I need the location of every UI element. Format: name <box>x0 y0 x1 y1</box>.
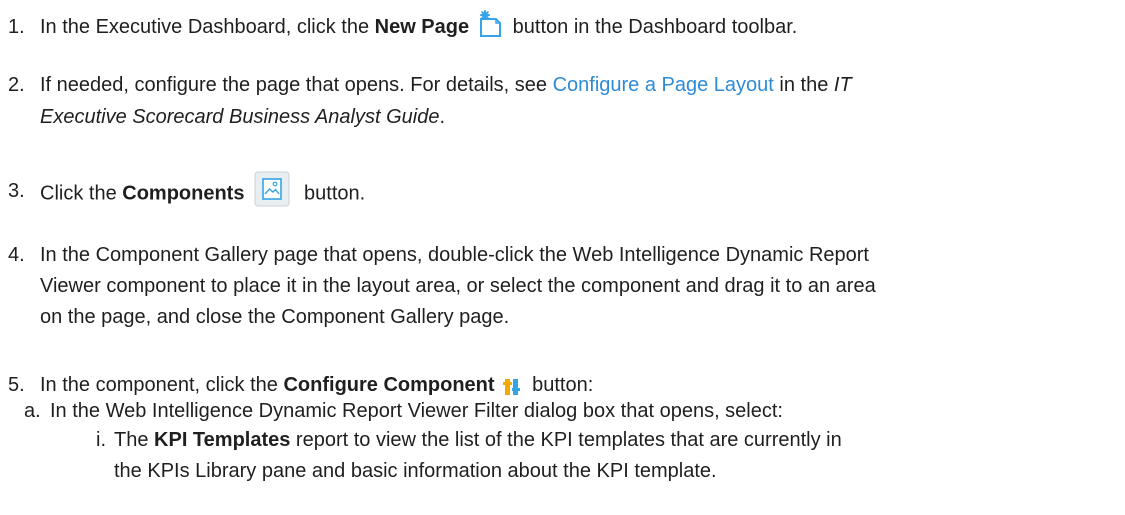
components-label: Components <box>122 182 245 205</box>
step-text-part: button. <box>298 182 366 205</box>
step-text-part: If needed, configure the page that opens… <box>40 74 553 96</box>
step-text-part: button: <box>526 374 594 396</box>
new-page-label: New Page <box>374 16 470 38</box>
step-text: In the Executive Dashboard, click the Ne… <box>40 9 798 43</box>
components-icon <box>254 171 290 207</box>
substep-marker: a. <box>24 400 41 422</box>
step-text-part: . <box>439 106 446 128</box>
kpi-templates-label: KPI Templates <box>154 429 291 451</box>
substep-text: The KPI Templates report to view the lis… <box>114 425 842 456</box>
step-text-part: In the Executive Dashboard, click the <box>40 16 375 38</box>
substep-marker: i. <box>96 429 106 451</box>
step-number: 3. <box>8 180 25 202</box>
step-number: 2. <box>8 74 25 96</box>
step-text: Click the Components button. <box>40 171 366 212</box>
new-page-icon <box>477 9 503 38</box>
step-text-part: Click the <box>40 182 123 205</box>
substep-text-part: report to view the list of the KPI templ… <box>290 429 842 451</box>
step-text-part: In the component, click the <box>40 374 284 396</box>
step-text: Viewer component to place it in the layo… <box>40 275 876 297</box>
step-text: In the Component Gallery page that opens… <box>40 244 869 266</box>
step-text-part: button in the Dashboard toolbar. <box>507 16 798 38</box>
substep-text: the KPIs Library pane and basic informat… <box>114 460 717 482</box>
configure-component-label: Configure Component <box>283 374 495 396</box>
step-text: Executive Scorecard Business Analyst Gui… <box>40 102 445 133</box>
substep-text-part: The <box>114 429 155 451</box>
guide-title-part: IT <box>833 74 852 96</box>
configure-component-icon <box>502 375 521 395</box>
step-text: If needed, configure the page that opens… <box>40 70 852 101</box>
step-number: 1. <box>8 16 25 38</box>
step-number: 5. <box>8 374 25 396</box>
substep-text: In the Web Intelligence Dynamic Report V… <box>50 400 783 422</box>
step-text: on the page, and close the Component Gal… <box>40 306 510 328</box>
configure-page-layout-link[interactable]: Configure a Page Layout <box>553 74 774 96</box>
step-number: 4. <box>8 244 25 266</box>
guide-title: Executive Scorecard Business Analyst Gui… <box>40 106 440 128</box>
step-text-part: in the <box>773 74 834 96</box>
